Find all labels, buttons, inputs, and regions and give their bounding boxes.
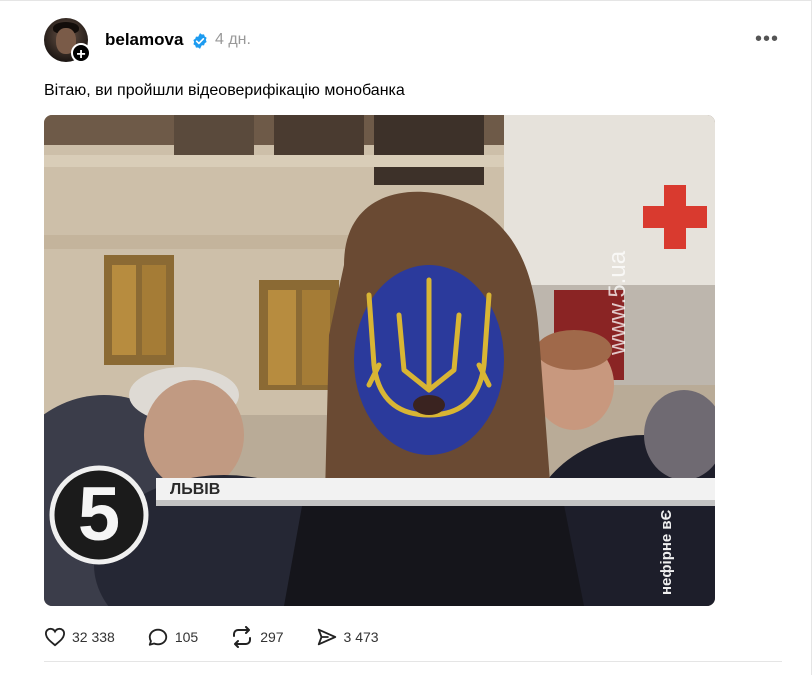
- location-caption: ЛЬВІВ: [170, 481, 221, 498]
- like-button[interactable]: 32 338: [44, 627, 115, 647]
- reply-button[interactable]: 105: [147, 626, 198, 648]
- side-caption: нефірне вЄ: [658, 509, 675, 595]
- verified-badge-icon: [193, 33, 207, 49]
- repost-icon: [233, 626, 252, 648]
- username[interactable]: belamova: [105, 30, 183, 50]
- repost-button[interactable]: 297: [230, 626, 284, 648]
- repost-count: 297: [260, 629, 284, 645]
- post-image[interactable]: 5 ЛЬВІВ www.5.ua нефірне вЄ: [44, 115, 715, 606]
- post-time[interactable]: 4 дн.: [215, 31, 251, 49]
- send-icon: [317, 628, 336, 646]
- channel-logo: 5: [77, 472, 121, 557]
- follow-button[interactable]: +: [71, 43, 91, 63]
- watermark-text: www.5.ua: [604, 250, 631, 355]
- comment-count: 105: [174, 629, 199, 645]
- share-count: 3 473: [343, 629, 379, 645]
- more-options-button[interactable]: •••: [755, 28, 779, 51]
- news-screenshot-image: [44, 115, 715, 606]
- comment-icon: [148, 628, 167, 646]
- share-button[interactable]: 3 473: [316, 626, 379, 648]
- post-divider: [44, 661, 782, 662]
- top-divider: [0, 0, 812, 1]
- post-text: Вітаю, ви пройшли відеоверифікацію моноб…: [44, 82, 405, 99]
- post-actions: 32 338 105 297 3 473: [44, 625, 411, 649]
- like-count: 32 338: [72, 629, 115, 645]
- heart-icon: [44, 627, 66, 647]
